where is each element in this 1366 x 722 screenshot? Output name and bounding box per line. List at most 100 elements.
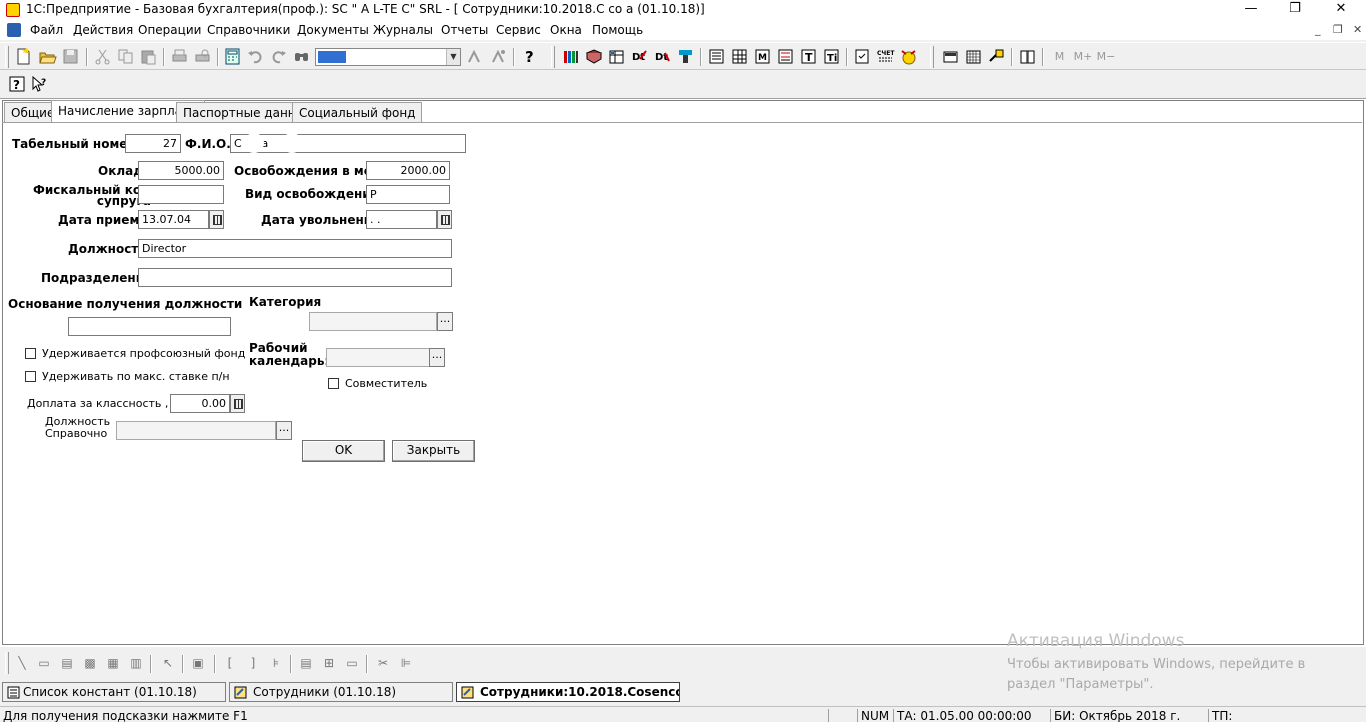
toolbar-grip[interactable] xyxy=(930,46,934,68)
hire-date-field[interactable]: 13.07.04 xyxy=(138,210,209,229)
mdi-close-button[interactable]: ✕ xyxy=(1353,23,1362,36)
menu-documents[interactable]: Документы xyxy=(297,23,369,37)
book-help-icon[interactable] xyxy=(1018,47,1037,66)
ole-tool-icon[interactable]: ▥ xyxy=(128,655,144,671)
salary-field[interactable]: 5000.00 xyxy=(138,161,224,180)
menu-help[interactable]: Помощь xyxy=(592,23,643,37)
copy-document-icon[interactable] xyxy=(853,47,872,66)
paste-icon[interactable] xyxy=(139,47,158,66)
toolbar-grip[interactable] xyxy=(5,46,9,68)
task-constants-list[interactable]: Список констант (01.10.18) xyxy=(2,682,226,702)
menu-reports[interactable]: Отчеты xyxy=(441,23,488,37)
union-fee-checkbox[interactable] xyxy=(25,348,36,359)
task-employees[interactable]: Сотрудники (01.10.18) xyxy=(229,682,453,702)
find-icon[interactable] xyxy=(292,47,311,66)
chart-of-accounts-icon[interactable] xyxy=(561,47,580,66)
ok-button[interactable]: OK xyxy=(302,440,385,462)
frame-tool-icon[interactable]: ▣ xyxy=(190,655,206,671)
line-tool-icon[interactable]: ╲ xyxy=(14,655,30,671)
debit-credit-icon[interactable]: Dt xyxy=(630,47,649,66)
union-fee-label[interactable]: Удерживается профсоюзный фонд xyxy=(42,347,245,360)
calendar-smile-icon[interactable] xyxy=(899,47,918,66)
document-window-icon[interactable] xyxy=(7,23,21,37)
menu-journals[interactable]: Журналы xyxy=(373,23,433,37)
cut-shape-icon[interactable]: ✂ xyxy=(375,655,391,671)
report-t-icon[interactable]: T xyxy=(799,47,818,66)
position-ref-select-button[interactable]: ... xyxy=(276,421,292,440)
tools-icon[interactable] xyxy=(987,47,1006,66)
work-calendar-select-button[interactable]: ... xyxy=(429,348,445,367)
toolbar-grip[interactable] xyxy=(551,46,555,68)
menu-file[interactable]: Файл xyxy=(30,23,63,37)
redo-icon[interactable] xyxy=(269,47,288,66)
spouse-code-field[interactable] xyxy=(138,185,224,204)
picture-tool-icon[interactable]: ▩ xyxy=(82,655,98,671)
calendar-grid-icon[interactable] xyxy=(964,47,983,66)
menu-references[interactable]: Справочники xyxy=(207,23,290,37)
context-help-icon[interactable]: ? xyxy=(8,75,27,94)
restore-button[interactable]: ❐ xyxy=(1272,0,1318,20)
chevron-down-icon[interactable]: ▼ xyxy=(446,49,460,65)
mdi-minimize-button[interactable]: _ xyxy=(1315,23,1321,36)
bracket-left-icon[interactable]: [ xyxy=(222,655,238,671)
search-prev-icon[interactable] xyxy=(489,47,508,66)
operations-journal-icon[interactable] xyxy=(584,47,603,66)
menu-actions[interactable]: Действия xyxy=(73,23,133,37)
menu-operations[interactable]: Операции xyxy=(138,23,201,37)
class-bonus-field[interactable]: 0.00 xyxy=(170,394,230,413)
menu-windows[interactable]: Окна xyxy=(550,23,582,37)
memory-minus-button[interactable]: M− xyxy=(1095,47,1117,66)
print-icon[interactable] xyxy=(170,47,189,66)
work-calendar-field[interactable] xyxy=(326,348,430,367)
calculator-icon[interactable] xyxy=(223,47,242,66)
position-ref-field[interactable] xyxy=(116,421,276,440)
help-question-icon[interactable]: ? xyxy=(520,47,539,66)
report-account-card-icon[interactable]: M xyxy=(753,47,772,66)
dismissal-date-field[interactable]: . . xyxy=(366,210,437,229)
search-combo[interactable]: ▼ xyxy=(315,48,461,66)
part-time-checkbox[interactable] xyxy=(328,378,339,389)
transactions-journal-icon[interactable] xyxy=(607,47,626,66)
memory-plus-button[interactable]: M+ xyxy=(1072,47,1094,66)
ruler-tool-icon[interactable]: ▭ xyxy=(344,655,360,671)
table-tool-icon[interactable]: ⊞ xyxy=(321,655,337,671)
bracket-right-icon[interactable]: ] xyxy=(245,655,261,671)
basis-field[interactable] xyxy=(68,317,231,336)
select-pointer-icon[interactable]: ↖ xyxy=(160,655,176,671)
close-form-button[interactable]: Закрыть xyxy=(392,440,475,462)
whats-this-cursor-icon[interactable]: ? xyxy=(30,75,49,94)
exemption-type-field[interactable]: P xyxy=(366,185,450,204)
report-balance-icon[interactable] xyxy=(707,47,726,66)
max-rate-checkbox[interactable] xyxy=(25,371,36,382)
department-field[interactable] xyxy=(138,268,452,287)
mdi-restore-button[interactable]: ❐ xyxy=(1333,23,1343,36)
tab-number-field[interactable]: 27 xyxy=(125,134,181,153)
part-time-label[interactable]: Совместитель xyxy=(345,377,427,390)
text-tool-icon[interactable]: ▤ xyxy=(59,655,75,671)
close-button[interactable]: ✕ xyxy=(1318,0,1364,20)
credit-debit-icon[interactable]: Dt xyxy=(653,47,672,66)
undo-icon[interactable] xyxy=(246,47,265,66)
filter-icon[interactable] xyxy=(676,47,695,66)
fio-field[interactable]: С со а xyxy=(230,134,466,153)
open-folder-icon[interactable] xyxy=(38,47,57,66)
exemptions-field[interactable]: 2000.00 xyxy=(366,161,450,180)
calculator-small-icon[interactable] xyxy=(941,47,960,66)
print-preview-icon[interactable] xyxy=(193,47,212,66)
align-tool-icon[interactable]: ⊧ xyxy=(268,655,284,671)
new-document-icon[interactable] xyxy=(14,47,33,66)
category-select-button[interactable]: ... xyxy=(437,312,453,331)
report-turnover-icon[interactable] xyxy=(730,47,749,66)
category-field[interactable] xyxy=(309,312,437,331)
rectangle-tool-icon[interactable]: ▭ xyxy=(36,655,52,671)
columns-tool-icon[interactable]: ⊫ xyxy=(398,655,414,671)
minimize-button[interactable]: — xyxy=(1228,0,1274,20)
menu-service[interactable]: Сервис xyxy=(496,23,541,37)
search-next-icon[interactable] xyxy=(465,47,484,66)
grid-tool-icon[interactable]: ▤ xyxy=(298,655,314,671)
invoice-icon[interactable]: СЧЕТ xyxy=(876,47,895,66)
max-rate-label[interactable]: Удерживать по макс. ставке п/н xyxy=(42,370,230,383)
toolbar-grip[interactable] xyxy=(5,652,9,674)
task-employee-card[interactable]: Сотрудники:10.2018.Cosenco Ele... xyxy=(456,682,680,702)
hire-date-calendar-icon[interactable] xyxy=(209,210,224,229)
